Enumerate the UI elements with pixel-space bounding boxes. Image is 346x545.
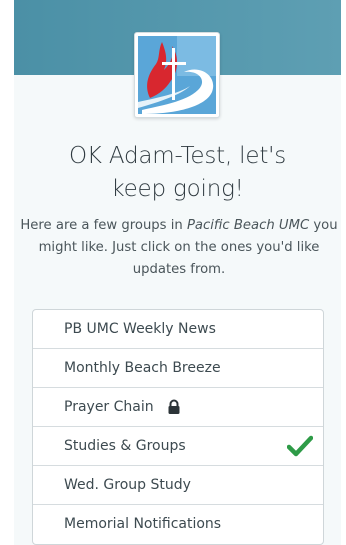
group-item-weekly-news[interactable]: PB UMC Weekly News [33,310,323,349]
church-logo [134,32,220,118]
group-item-memorial-notifications[interactable]: Memorial Notifications [33,505,323,544]
page-title-line-1: OK Adam-Test, let's [68,143,287,169]
group-item-label: Monthly Beach Breeze [64,360,221,376]
page-title-line-2: keep going! [111,176,244,202]
group-item-label: Wed. Group Study [64,477,191,493]
group-list: PB UMC Weekly News Monthly Beach Breeze … [32,309,324,545]
group-item-prayer-chain[interactable]: Prayer Chain [33,388,323,427]
group-item-wed-group-study[interactable]: Wed. Group Study [33,466,323,505]
church-cross-flame-logo-icon [138,36,216,114]
group-item-label: PB UMC Weekly News [64,321,216,337]
intro-text: Here are a few groups in Pacific Beach U… [18,215,340,281]
onboarding-panel: OK Adam-Test, let's keep going! Here are… [14,0,341,545]
intro-part-1: Here are a few groups in [20,218,187,233]
intro-org-name: Pacific Beach UMC [186,218,310,233]
group-item-studies-groups[interactable]: Studies & Groups [33,427,323,466]
group-item-label: Studies & Groups [64,438,186,454]
lock-icon [168,399,180,414]
checkmark-icon [287,435,313,457]
group-item-label: Memorial Notifications [64,516,222,532]
page-title: OK Adam-Test, let's keep going! [14,140,341,206]
group-item-label: Prayer Chain [64,399,154,415]
group-item-monthly-beach-breeze[interactable]: Monthly Beach Breeze [33,349,323,388]
